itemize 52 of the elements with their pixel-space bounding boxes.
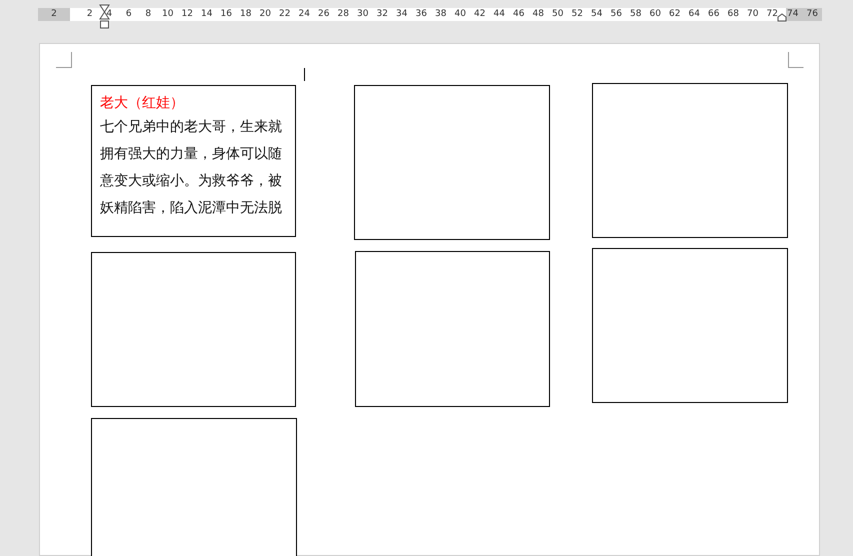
margin-corner-icon bbox=[788, 52, 804, 68]
ruler-number: 32 bbox=[376, 8, 389, 21]
ruler-number: 60 bbox=[648, 8, 662, 21]
ruler-number: 6 bbox=[124, 8, 133, 21]
text-box-title: 老大（红娃） bbox=[100, 94, 184, 113]
ruler-number: 2 bbox=[50, 8, 58, 21]
ruler-number: 40 bbox=[454, 8, 467, 21]
indent-marker-icon[interactable] bbox=[99, 4, 110, 29]
ruler-number: 8 bbox=[144, 8, 152, 21]
ruler-number: 50 bbox=[551, 8, 564, 21]
ruler-number: 42 bbox=[473, 8, 486, 21]
ruler-number: 48 bbox=[532, 8, 545, 21]
text-box[interactable] bbox=[592, 248, 788, 403]
ruler-number: 10 bbox=[161, 8, 174, 21]
ruler-number: 70 bbox=[746, 8, 760, 21]
ruler-number: 18 bbox=[239, 8, 252, 21]
text-box[interactable]: 老大（红娃） 七个兄弟中的老大哥，生来就拥有强大的力量，身体可以随意变大或缩小。为救爷爷，被妖精陷害，陷入泥潭中无法脱 bbox=[91, 85, 296, 237]
ruler-number: 34 bbox=[395, 8, 408, 21]
ruler-number: 26 bbox=[317, 8, 330, 21]
text-box[interactable] bbox=[592, 83, 788, 238]
ruler-number: 22 bbox=[278, 8, 292, 21]
text-box[interactable] bbox=[354, 85, 550, 240]
ruler-number: 74 bbox=[786, 8, 800, 21]
text-cursor-icon bbox=[304, 68, 306, 81]
ruler-number: 36 bbox=[414, 8, 428, 21]
margin-corner-icon bbox=[56, 52, 72, 68]
ruler-number: 2 bbox=[86, 8, 94, 21]
ruler-number: 46 bbox=[512, 8, 526, 21]
ruler-number: 44 bbox=[492, 8, 506, 21]
ruler-number: 56 bbox=[610, 8, 623, 21]
ruler-number: 52 bbox=[570, 8, 584, 21]
ruler-number: 16 bbox=[220, 8, 233, 21]
text-box[interactable] bbox=[91, 252, 296, 407]
ruler-number: 14 bbox=[200, 8, 214, 21]
ruler-number: 54 bbox=[590, 8, 604, 21]
ruler-number: 62 bbox=[668, 8, 682, 21]
ruler-number: 66 bbox=[707, 8, 720, 21]
ruler-number: 38 bbox=[434, 8, 448, 21]
ruler-number: 4 bbox=[105, 8, 114, 21]
ruler-number: 64 bbox=[688, 8, 701, 21]
indent-marker-icon[interactable] bbox=[777, 13, 787, 22]
ruler-number: 68 bbox=[726, 8, 740, 21]
text-box-body: 七个兄弟中的老大哥，生来就拥有强大的力量，身体可以随意变大或缩小。为救爷爷，被妖精陷害，陷入泥潭中无法脱 bbox=[100, 118, 283, 218]
ruler-number: 72 bbox=[766, 8, 779, 21]
ruler-number: 58 bbox=[629, 8, 642, 21]
ruler-number: 28 bbox=[336, 8, 350, 21]
ruler-number: 76 bbox=[806, 8, 819, 21]
ruler-number: 12 bbox=[180, 8, 194, 21]
ruler-number: 30 bbox=[356, 8, 370, 21]
ruler-number: 20 bbox=[258, 8, 272, 21]
text-box[interactable] bbox=[355, 251, 550, 407]
ruler-number: 24 bbox=[298, 8, 311, 21]
